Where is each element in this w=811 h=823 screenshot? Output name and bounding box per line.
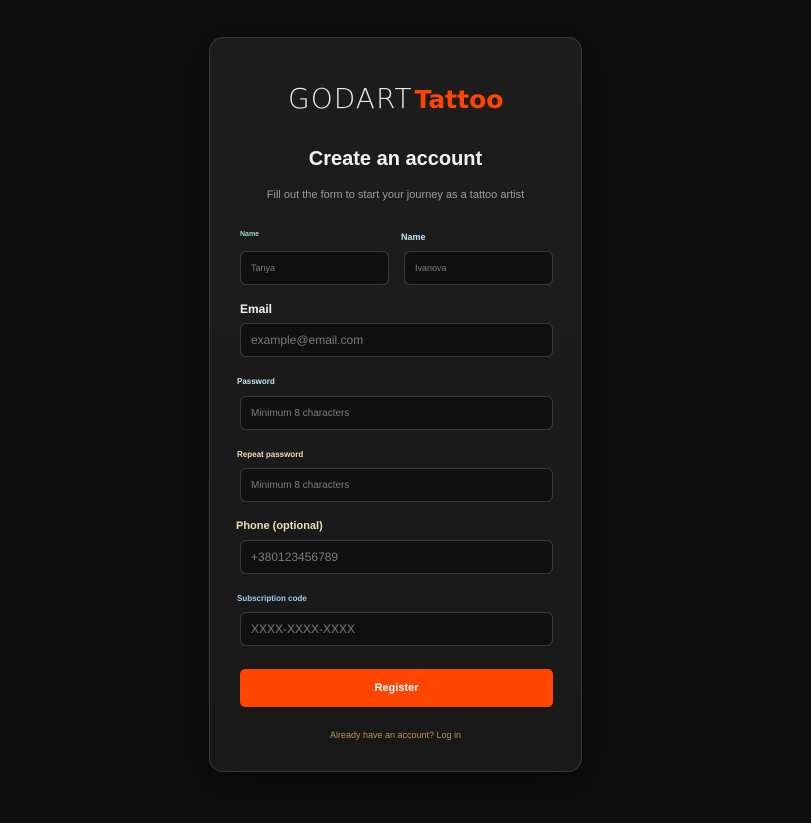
repeat-password-input[interactable] — [240, 468, 553, 502]
subscription-code-label: Subscription code — [237, 594, 307, 603]
brand-logo: GODART Tattoo — [288, 82, 503, 115]
phone-label: Phone (optional) — [236, 520, 323, 532]
last-name-label: Name — [401, 232, 426, 242]
brand-logo-tattoo: Tattoo — [414, 85, 504, 114]
first-name-label: Name — [240, 231, 260, 238]
login-prompt: Already have an account? Log in — [210, 730, 581, 740]
email-label: Email — [240, 302, 273, 316]
page-subtitle: Fill out the form to start your journey … — [266, 189, 525, 201]
phone-input[interactable] — [240, 540, 553, 574]
password-label: Password — [237, 377, 275, 386]
last-name-input[interactable] — [404, 251, 553, 285]
first-name-input[interactable] — [240, 251, 389, 285]
page-title: Create an account — [308, 148, 483, 170]
login-prompt-text: Already have an account? — [329, 730, 435, 740]
repeat-password-label: Repeat password — [237, 450, 304, 459]
email-input[interactable] — [240, 323, 553, 357]
subscription-code-input[interactable] — [240, 612, 553, 646]
login-link[interactable]: Log in — [437, 730, 462, 740]
password-input[interactable] — [240, 396, 553, 430]
register-button[interactable]: Register — [240, 669, 553, 707]
brand-logo-wordmark: GODART — [288, 82, 413, 115]
register-card: GODART Tattoo Create an account Fill out… — [209, 37, 582, 772]
